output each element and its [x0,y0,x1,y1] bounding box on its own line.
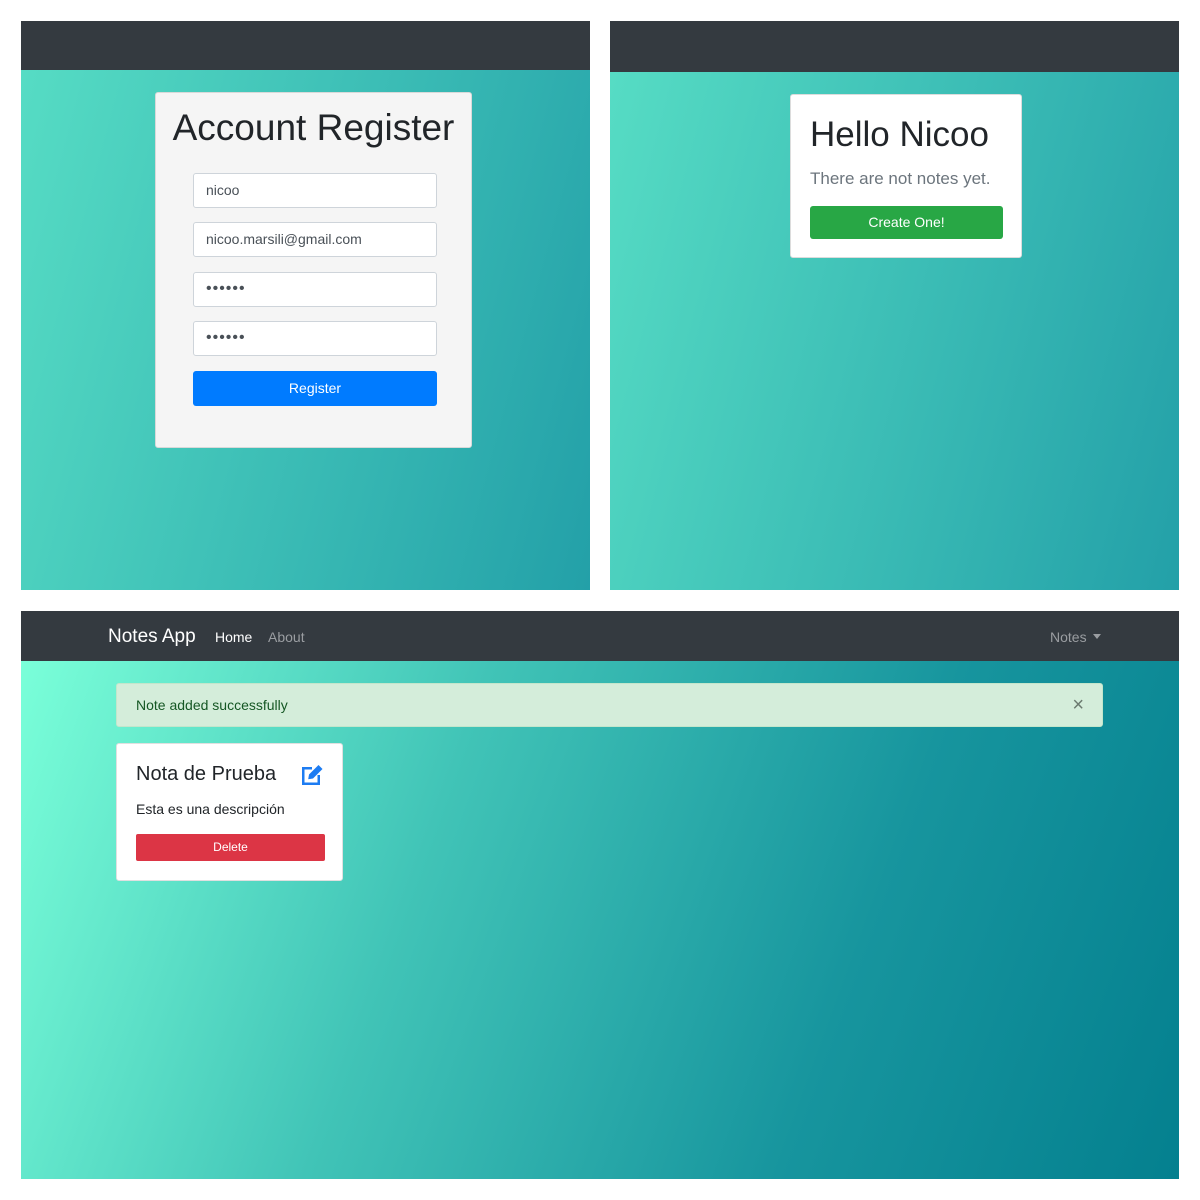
success-alert: Note added successfully × [116,683,1103,727]
note-title: Nota de Prueba [136,763,277,785]
register-button[interactable]: Register [193,371,437,406]
password-field[interactable]: •••••• [193,272,437,307]
note-description: Esta es una descripción [136,801,285,817]
edit-icon[interactable] [299,763,325,787]
navbar [610,21,1179,72]
register-card: Account Register nicoo nicoo.marsili@gma… [155,92,472,448]
confirm-password-field[interactable]: •••••• [193,321,437,356]
navbar: Notes App Home About Notes [21,611,1179,661]
page-background: Account Register nicoo nicoo.marsili@gma… [21,70,590,590]
empty-notes-screen: Hello Nicoo There are not notes yet. Cre… [610,21,1179,590]
close-icon[interactable]: × [1072,694,1084,717]
greeting-card: Hello Nicoo There are not notes yet. Cre… [790,94,1022,258]
delete-button[interactable]: Delete [136,834,325,861]
register-title: Account Register [172,107,455,148]
page-background: Note added successfully × Nota de Prueba… [21,661,1179,1179]
note-card: Nota de Prueba Esta es una descripción D… [116,743,343,881]
register-screen: Account Register nicoo nicoo.marsili@gma… [21,21,590,590]
notes-screen: Notes App Home About Notes Note added su… [21,611,1179,1179]
nav-home-link[interactable]: Home [215,629,252,645]
greeting-title: Hello Nicoo [810,115,989,154]
empty-message: There are not notes yet. [810,169,991,188]
navbar [21,21,590,70]
nav-about-link[interactable]: About [268,629,305,645]
alert-message: Note added successfully [136,697,288,713]
page-background: Hello Nicoo There are not notes yet. Cre… [610,72,1179,590]
create-note-button[interactable]: Create One! [810,206,1003,239]
brand-link[interactable]: Notes App [108,626,196,648]
caret-down-icon [1092,634,1101,639]
username-field[interactable]: nicoo [193,173,437,208]
notes-dropdown[interactable]: Notes [1050,629,1101,645]
notes-dropdown-label: Notes [1050,629,1087,645]
email-field[interactable]: nicoo.marsili@gmail.com [193,222,437,257]
